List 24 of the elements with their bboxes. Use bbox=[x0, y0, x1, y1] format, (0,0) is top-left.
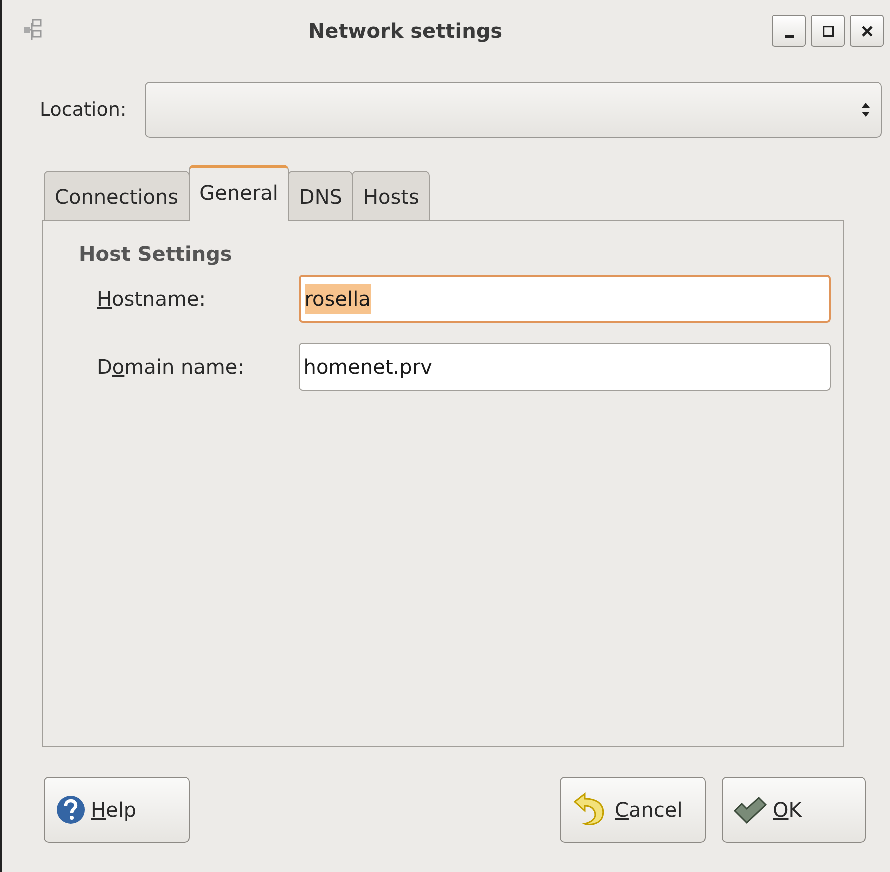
section-heading: Host Settings bbox=[79, 241, 234, 268]
close-icon bbox=[862, 26, 872, 36]
tab[interactable]: DNS bbox=[288, 171, 354, 220]
help-button[interactable]: Help bbox=[44, 777, 190, 843]
minimize-icon bbox=[784, 34, 794, 38]
window-title: Network settings bbox=[307, 18, 504, 45]
spinner-arrows-icon bbox=[861, 101, 871, 119]
location-dropdown[interactable] bbox=[144, 82, 882, 138]
input-field[interactable]: rosella bbox=[298, 275, 831, 323]
tab[interactable]: Hosts bbox=[352, 171, 430, 220]
close-button[interactable] bbox=[850, 15, 884, 47]
field-label: Domain name: bbox=[96, 354, 246, 381]
ok-button[interactable]: OK bbox=[722, 777, 866, 843]
location-label: Location: bbox=[40, 98, 127, 123]
cancel-button[interactable]: Cancel bbox=[560, 777, 706, 843]
tab[interactable]: General bbox=[188, 165, 290, 221]
check-hand-icon bbox=[733, 795, 769, 825]
help-icon bbox=[55, 794, 87, 826]
maximize-button[interactable] bbox=[811, 15, 845, 47]
minimize-button[interactable] bbox=[772, 15, 806, 47]
maximize-icon bbox=[822, 26, 834, 36]
field-label: Hostname: bbox=[96, 286, 208, 313]
input-field[interactable]: homenet.prv bbox=[298, 343, 831, 391]
tab[interactable]: Connections bbox=[44, 171, 190, 220]
